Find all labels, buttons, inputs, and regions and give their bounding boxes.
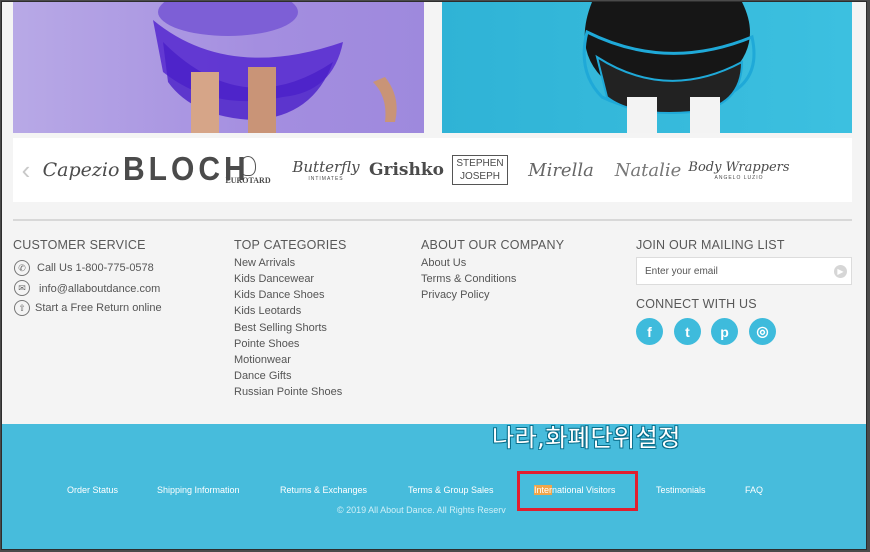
phone-link[interactable]: Call Us 1-800-775-0578 [37,262,154,274]
copyright-text: © 2019 All About Dance. All Rights Reser… [337,505,506,515]
body-wrappers-subtitle: ANGELO LUZIO [714,174,764,181]
page-frame: ‹ Capezio BLOCH EUROTARD Butterfly INTIM… [1,1,867,550]
category-link-kids-leotards[interactable]: Kids Leotards [234,305,301,317]
brand-logo-natalie[interactable]: Natalie [605,160,691,181]
returns-exchanges-link[interactable]: Returns & Exchanges [280,485,367,495]
annotation-label: 나라,화폐단위설정 [492,424,681,452]
customer-service-title: CUSTOMER SERVICE [13,238,146,252]
brand-logo-body-wrappers[interactable]: Body Wrappers ANGELO LUZIO [688,159,790,181]
category-link-kids-dancewear[interactable]: Kids Dancewear [234,273,314,285]
privacy-policy-link[interactable]: Privacy Policy [421,289,489,301]
category-link-motionwear[interactable]: Motionwear [234,354,291,366]
category-link-best-selling-shorts[interactable]: Best Selling Shorts [234,322,327,334]
brand-logo-bloch[interactable]: BLOCH [123,151,246,188]
category-link-russian-pointe-shoes[interactable]: Russian Pointe Shoes [234,386,342,398]
top-categories-title: TOP CATEGORIES [234,238,347,252]
category-link-new-arrivals[interactable]: New Arrivals [234,257,295,269]
brand-logo-grishko[interactable]: Grishko [369,160,444,180]
footer-divider [13,219,852,221]
testimonials-link[interactable]: Testimonials [656,485,706,495]
instagram-icon[interactable]: ◎ [749,318,776,345]
order-status-link[interactable]: Order Status [67,485,118,495]
brand-logo-stephen-joseph[interactable]: STEPHEN JOSEPH [443,155,517,185]
pinterest-icon[interactable]: p [711,318,738,345]
free-return-link[interactable]: Start a Free Return online [35,302,162,314]
butterfly-label: Butterfly [292,158,360,176]
about-company-title: ABOUT OUR COMPANY [421,238,565,252]
tutu-illustration [153,2,397,133]
brand-logo-butterfly[interactable]: Butterfly INTIMATES [283,158,369,182]
submit-arrow-icon[interactable]: ▶ [834,265,847,278]
stephen-joseph-label: STEPHEN JOSEPH [452,155,508,185]
hero-image-purple-tutu[interactable] [13,2,424,133]
body-wrappers-label: Body Wrappers [688,159,790,175]
hero-image-black-tutu[interactable] [442,2,852,133]
butterfly-subtitle: INTIMATES [308,176,344,182]
brand-logo-mirella[interactable]: Mirella [517,160,605,181]
annotation-highlight-box [517,471,638,511]
faq-link[interactable]: FAQ [745,485,763,495]
connect-title: CONNECT WITH US [636,297,757,311]
phone-icon: ✆ [14,260,30,276]
category-link-kids-dance-shoes[interactable]: Kids Dance Shoes [234,289,325,301]
terms-conditions-link[interactable]: Terms & Conditions [421,273,516,285]
category-link-dance-gifts[interactable]: Dance Gifts [234,370,291,382]
brand-logo-capezio[interactable]: Capezio [39,159,123,181]
newsletter-form: ▶ [636,257,852,285]
shipping-information-link[interactable]: Shipping Information [157,485,240,495]
tutu-illustration-dark [582,2,756,133]
about-us-link[interactable]: About Us [421,257,466,269]
category-link-pointe-shoes[interactable]: Pointe Shoes [234,338,299,350]
terms-group-sales-link[interactable]: Terms & Group Sales [408,485,494,495]
email-link[interactable]: info@allaboutdance.com [39,283,160,295]
twitter-icon[interactable]: t [674,318,701,345]
return-icon: ⇧ [14,300,30,316]
email-icon: ✉ [14,280,30,296]
brand-carousel: ‹ Capezio BLOCH EUROTARD Butterfly INTIM… [13,138,852,202]
chevron-left-icon[interactable]: ‹ [13,155,39,186]
mailing-list-title: JOIN OUR MAILING LIST [636,238,785,252]
facebook-icon[interactable]: f [636,318,663,345]
newsletter-email-input[interactable] [637,258,827,284]
